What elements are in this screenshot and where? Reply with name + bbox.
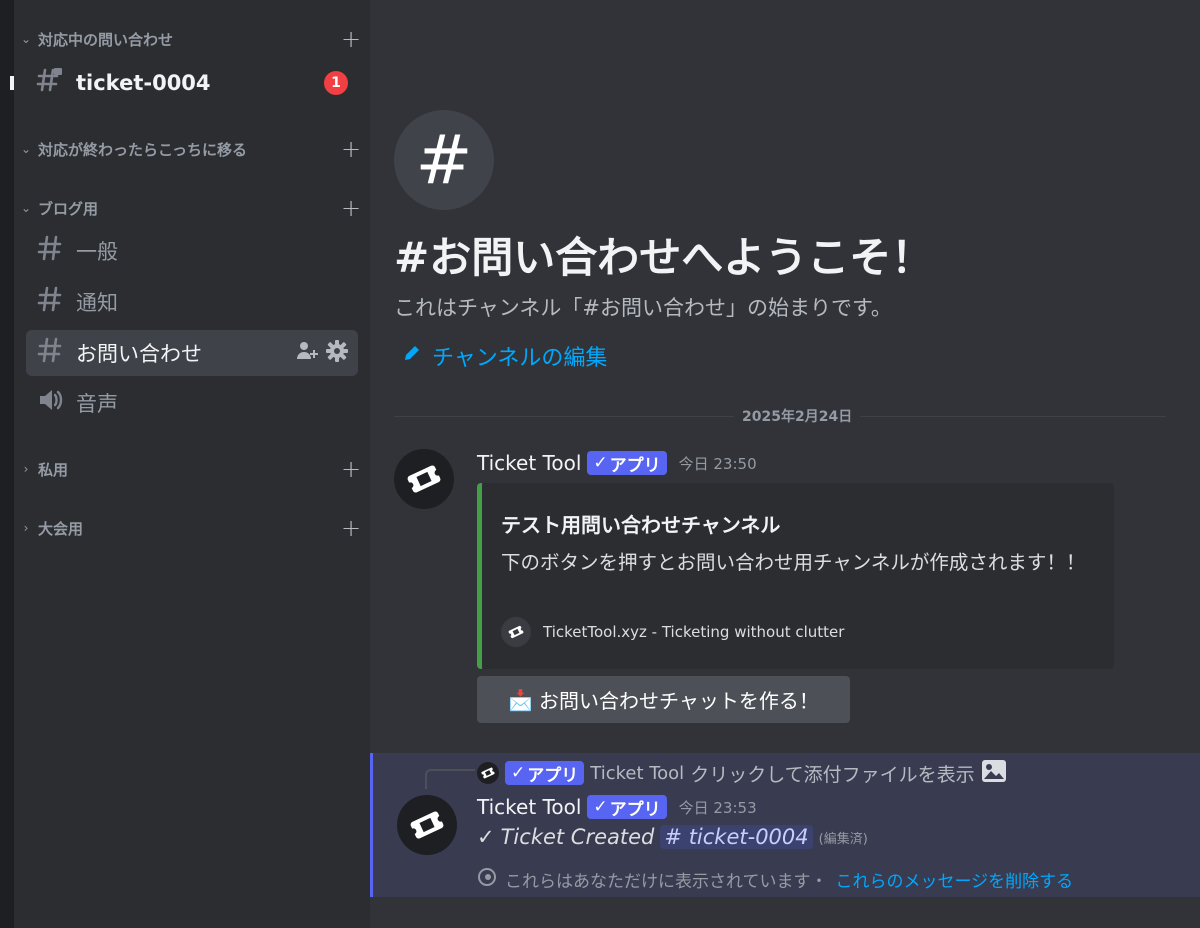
- gear-icon[interactable]: [326, 340, 348, 366]
- channel-inquiries[interactable]: お問い合わせ: [26, 330, 358, 376]
- pencil-icon: [402, 343, 422, 369]
- embed-footer: TicketTool.xyz - Ticketing without clutt…: [501, 617, 844, 647]
- button-label: お問い合わせチャットを作る！: [539, 689, 819, 713]
- eye-icon: [477, 867, 497, 892]
- channel-ticket-0004[interactable]: ticket-0004 1: [26, 60, 358, 106]
- category-label: ブログ用: [38, 199, 99, 218]
- reply-author: Ticket Tool: [590, 762, 685, 784]
- message-content: ✓ Ticket Created # ticket-0004 (編集済): [477, 825, 868, 849]
- plus-icon[interactable]: +: [332, 27, 370, 51]
- hash-icon: [36, 336, 66, 370]
- dismiss-messages-link[interactable]: これらのメッセージを削除する: [836, 867, 1074, 892]
- message-header: Ticket Tool ✓ アプリ 今日 23:53: [477, 795, 757, 820]
- check-icon: ✓: [511, 763, 526, 783]
- ticket-icon: [501, 617, 531, 647]
- embed: テスト用問い合わせチャンネル 下のボタンを押すとお問い合わせ用チャンネルが作成さ…: [477, 483, 1114, 669]
- channel-voice[interactable]: 音声: [26, 380, 358, 426]
- edit-channel-link[interactable]: チャンネルの編集: [402, 340, 607, 372]
- hash-icon: [36, 285, 66, 319]
- channel-hash-icon: #: [394, 110, 494, 210]
- speaker-icon: [36, 386, 66, 420]
- reply-text: クリックして添付ファイルを表示: [690, 763, 975, 786]
- channel-name: ticket-0004: [76, 71, 211, 95]
- author-name[interactable]: Ticket Tool: [477, 451, 581, 475]
- channel-name: 音声: [76, 392, 118, 416]
- app-tag: ✓ アプリ: [587, 795, 667, 820]
- chevron-right-icon: ›: [23, 462, 29, 476]
- channel-notifications[interactable]: 通知: [26, 279, 358, 325]
- chat-area: # #お問い合わせへようこそ！ これはチャンネル「#お問い合わせ」の始まりです。…: [370, 0, 1200, 928]
- embed-title: テスト用問い合わせチャンネル: [501, 513, 781, 537]
- date-divider: 2025年2月24日: [394, 406, 1166, 426]
- app-tag: ✓ アプリ: [505, 761, 585, 786]
- chevron-down-icon: ⌄: [20, 201, 32, 215]
- category-label: 対応が終わったらこっちに移る: [38, 140, 247, 159]
- embed-footer-text: TicketTool.xyz - Ticketing without clutt…: [543, 623, 845, 641]
- ephemeral-text: これらはあなただけに表示されています・: [505, 872, 828, 892]
- edited-label: (編集済): [818, 831, 868, 847]
- reply-connector: [425, 769, 475, 789]
- avatar[interactable]: [397, 795, 457, 855]
- welcome-subtitle: これはチャンネル「#お問い合わせ」の始まりです。: [394, 296, 892, 320]
- channel-mention[interactable]: # ticket-0004: [660, 825, 813, 849]
- image-icon: [981, 759, 1007, 787]
- envelope-icon: 📩: [508, 687, 534, 712]
- category-active-inquiries[interactable]: ⌄ 対応中の問い合わせ +: [14, 27, 370, 51]
- edit-channel-label: チャンネルの編集: [432, 346, 608, 371]
- timestamp: 今日 23:53: [678, 798, 757, 817]
- locked-hash-icon: [36, 66, 66, 100]
- category-blog[interactable]: ⌄ ブログ用 +: [14, 196, 370, 220]
- hash-icon: [36, 234, 66, 268]
- app-tag: ✓ アプリ: [587, 451, 667, 476]
- channel-sidebar: ⌄ 対応中の問い合わせ + ticket-0004 1 ⌄ 対応が終わったらこっ…: [14, 0, 370, 928]
- author-name[interactable]: Ticket Tool: [477, 795, 581, 819]
- plus-icon[interactable]: +: [332, 137, 370, 161]
- avatar[interactable]: [394, 449, 454, 509]
- chevron-right-icon: ›: [23, 521, 29, 535]
- mention-badge: 1: [324, 71, 348, 95]
- timestamp: 今日 23:50: [678, 454, 757, 473]
- create-ticket-button[interactable]: 📩 お問い合わせチャットを作る！: [477, 676, 850, 723]
- chevron-down-icon: ⌄: [20, 32, 32, 46]
- check-icon: ✓: [593, 453, 608, 473]
- channel-name: 一般: [76, 240, 118, 264]
- category-closed-inquiries[interactable]: ⌄ 対応が終わったらこっちに移る +: [14, 137, 370, 161]
- channel-name: 通知: [76, 291, 118, 315]
- date-label: 2025年2月24日: [734, 406, 861, 426]
- channel-name: お問い合わせ: [76, 342, 202, 366]
- category-label: 私用: [38, 460, 69, 479]
- server-rail: [0, 0, 14, 928]
- plus-icon[interactable]: +: [332, 196, 370, 220]
- ticket-icon: [407, 465, 441, 493]
- category-label: 大会用: [38, 519, 84, 538]
- channel-general[interactable]: 一般: [26, 228, 358, 274]
- chevron-down-icon: ⌄: [20, 142, 32, 156]
- checkmark: ✓: [477, 825, 495, 849]
- reply-preview[interactable]: ✓ アプリ Ticket Tool クリックして添付ファイルを表示: [477, 759, 1007, 787]
- category-tournament[interactable]: › 大会用 +: [14, 516, 370, 540]
- check-icon: ✓: [593, 797, 608, 817]
- ephemeral-note: これらはあなただけに表示されています・ これらのメッセージを削除する: [477, 867, 1073, 892]
- plus-icon[interactable]: +: [332, 457, 370, 481]
- invite-icon[interactable]: [296, 340, 318, 366]
- ticket-icon: [410, 811, 444, 839]
- welcome-title: #お問い合わせへようこそ！: [394, 233, 934, 282]
- ephemeral-message: ✓ アプリ Ticket Tool クリックして添付ファイルを表示 Ticket …: [370, 753, 1200, 897]
- category-private[interactable]: › 私用 +: [14, 457, 370, 481]
- message-header: Ticket Tool ✓ アプリ 今日 23:50: [477, 451, 757, 476]
- ticket-icon: [477, 762, 499, 784]
- embed-description: 下のボタンを押すとお問い合わせ用チャンネルが作成されます！！: [501, 551, 1086, 574]
- plus-icon[interactable]: +: [332, 516, 370, 540]
- category-label: 対応中の問い合わせ: [38, 30, 174, 49]
- content-text: Ticket Created: [500, 825, 655, 849]
